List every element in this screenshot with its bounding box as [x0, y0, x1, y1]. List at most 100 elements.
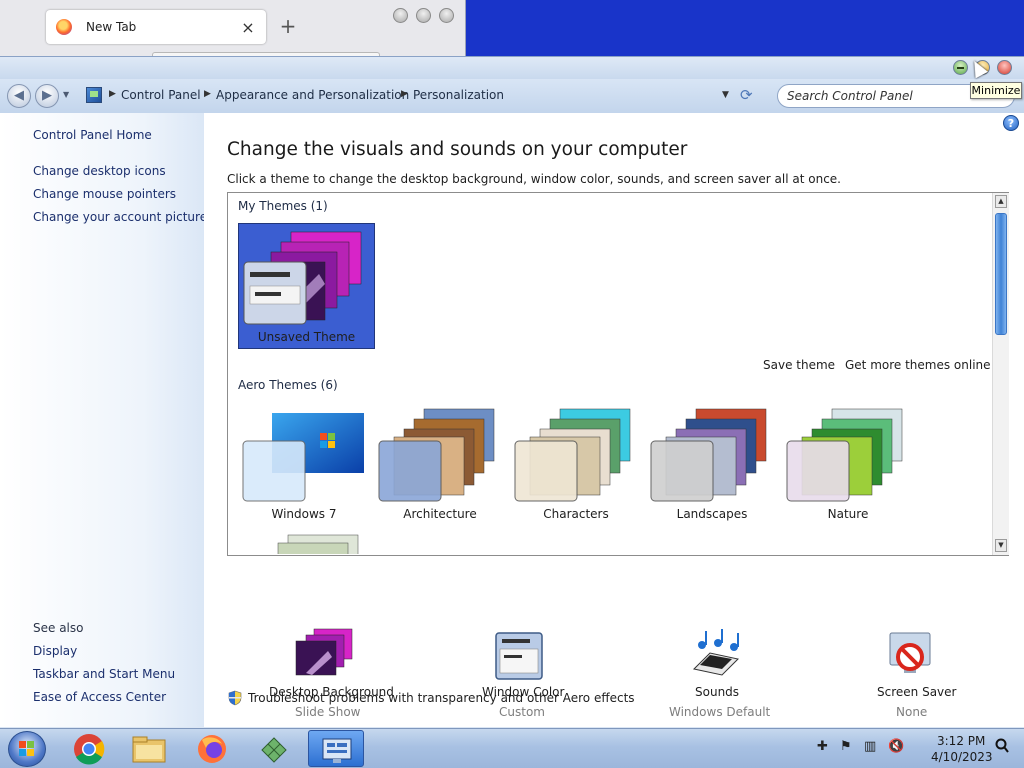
- firefox-window[interactable]: New Tab × +: [0, 0, 466, 60]
- control-panel-window: Minimize ◀ ▶ ▼ ▶ Control Panel ▶ Appeara…: [0, 56, 1024, 728]
- tab-close-icon[interactable]: ×: [240, 18, 256, 37]
- recent-pages-dropdown-icon[interactable]: ▼: [63, 90, 69, 99]
- theme-landscapes[interactable]: Landscapes: [650, 407, 774, 523]
- search-icon[interactable]: [995, 738, 1009, 754]
- page-title: Change the visuals and sounds on your co…: [227, 139, 688, 160]
- nature-label: Nature: [827, 507, 869, 521]
- breadcrumb-personalization[interactable]: Personalization: [413, 88, 504, 102]
- scroll-thumb[interactable]: [995, 213, 1007, 335]
- page-subtitle: Click a theme to change the desktop back…: [227, 172, 841, 186]
- characters-label: Characters: [543, 507, 609, 521]
- clock-time[interactable]: 3:12 PM: [937, 734, 985, 748]
- screen-saver-setting[interactable]: Screen Saver None: [872, 627, 956, 723]
- windows-7-label: Windows 7: [271, 507, 337, 521]
- volume-muted-icon[interactable]: 🔇: [888, 739, 904, 754]
- taskbar: ✚ ⚑ ▥ 🔇 3:12 PM 4/10/2023: [0, 728, 1024, 768]
- architecture-thumbnail: [378, 408, 495, 502]
- landscapes-thumbnail: [650, 408, 767, 502]
- minimize-button[interactable]: [953, 60, 968, 75]
- breadcrumb-separator-icon[interactable]: ▶: [204, 89, 211, 99]
- unsaved-theme-label: Unsaved Theme: [257, 330, 356, 344]
- change-account-picture-link[interactable]: Change your account picture: [33, 210, 207, 224]
- action-center-icon[interactable]: ⚑: [840, 739, 852, 754]
- my-themes-heading: My Themes (1): [238, 199, 328, 213]
- help-icon[interactable]: ?: [1003, 115, 1019, 131]
- address-dropdown-icon[interactable]: ▼: [722, 90, 729, 100]
- display-link[interactable]: Display: [33, 644, 77, 658]
- change-mouse-pointers-link[interactable]: Change mouse pointers: [33, 187, 176, 201]
- partial-theme-thumbnail: [277, 534, 359, 554]
- theme-windows-7[interactable]: Windows 7: [242, 411, 366, 523]
- scroll-down-button[interactable]: ▼: [995, 539, 1007, 552]
- firefox-minimize-button[interactable]: [393, 8, 408, 23]
- navigation-bar: ◀ ▶ ▼ ▶ Control Panel ▶ Appearance and P…: [0, 79, 1024, 113]
- sounds-setting[interactable]: Sounds Windows Default: [664, 627, 770, 723]
- sounds-icon: [692, 629, 740, 676]
- windows-7-thumbnail: [242, 413, 364, 502]
- screen-saver-icon: [889, 632, 931, 673]
- breadcrumb-separator-icon[interactable]: ▶: [109, 89, 116, 99]
- back-arrow-icon: ◀: [14, 88, 24, 103]
- minimize-tooltip: Minimize: [970, 82, 1022, 99]
- unsaved-theme-tile[interactable]: Unsaved Theme: [238, 223, 375, 349]
- change-desktop-icons-link[interactable]: Change desktop icons: [33, 164, 166, 178]
- control-panel-icon: [86, 87, 102, 103]
- breadcrumb-separator-icon[interactable]: ▶: [401, 89, 408, 99]
- breadcrumb-control-panel[interactable]: Control Panel: [121, 88, 201, 102]
- main-content: ? Change the visuals and sounds on your …: [204, 113, 1024, 727]
- close-button[interactable]: [997, 60, 1012, 75]
- sidebar: Control Panel Home Change desktop icons …: [0, 113, 207, 727]
- browser-tab[interactable]: New Tab ×: [46, 10, 266, 44]
- characters-thumbnail: [514, 408, 631, 502]
- desktop-background-icon: [295, 628, 353, 676]
- network-icon[interactable]: ▥: [864, 739, 876, 754]
- taskbar-start-menu-link[interactable]: Taskbar and Start Menu: [33, 667, 175, 681]
- see-also-heading: See also: [33, 621, 84, 635]
- title-bar[interactable]: [0, 57, 1024, 79]
- start-button[interactable]: [8, 731, 46, 767]
- chrome-taskbar-button[interactable]: [62, 730, 118, 767]
- control-panel-home-link[interactable]: Control Panel Home: [33, 128, 152, 142]
- theme-nature[interactable]: Nature: [786, 407, 910, 523]
- theme-architecture[interactable]: Architecture: [378, 407, 502, 523]
- control-panel-taskbar-icon: [322, 738, 352, 763]
- firefox-icon: [198, 735, 226, 763]
- landscapes-label: Landscapes: [676, 507, 748, 521]
- firefox-close-button[interactable]: [439, 8, 454, 23]
- window-color-setting[interactable]: Window Color Custom: [478, 627, 564, 723]
- theme-list-scrollbar[interactable]: ▲ ▼: [992, 193, 1009, 555]
- refresh-icon[interactable]: ⟳: [740, 86, 753, 104]
- screen-saver-label: Screen Saver: [877, 685, 957, 699]
- get-more-themes-link[interactable]: Get more themes online: [845, 358, 991, 372]
- theme-partial[interactable]: [274, 533, 364, 554]
- forward-arrow-icon: ▶: [42, 88, 52, 103]
- show-hidden-icons-icon[interactable]: ✚: [817, 739, 828, 754]
- back-button[interactable]: ◀: [7, 84, 31, 108]
- control-panel-taskbar-button[interactable]: [308, 730, 364, 767]
- nature-thumbnail: [786, 408, 903, 502]
- firefox-taskbar-button[interactable]: [184, 730, 240, 767]
- firefox-icon: [56, 19, 72, 35]
- ease-of-access-link[interactable]: Ease of Access Center: [33, 690, 166, 704]
- network-app-taskbar-button[interactable]: [246, 730, 302, 767]
- theme-characters[interactable]: Characters: [514, 407, 638, 523]
- uac-shield-icon: [228, 690, 242, 706]
- save-theme-link[interactable]: Save theme: [763, 358, 835, 372]
- window-color-value: Custom: [499, 705, 545, 719]
- scroll-up-button[interactable]: ▲: [995, 195, 1007, 208]
- screen-saver-value: None: [896, 705, 928, 719]
- theme-list[interactable]: My Themes (1) Unsaved Theme Save theme G: [227, 192, 1009, 556]
- new-tab-button[interactable]: +: [278, 14, 298, 38]
- clock-date[interactable]: 4/10/2023: [931, 750, 993, 764]
- desktop-background-setting[interactable]: Desktop Background Slide Show: [264, 627, 394, 723]
- file-explorer-taskbar-button[interactable]: [122, 730, 178, 767]
- tab-title: New Tab: [86, 20, 137, 34]
- architecture-label: Architecture: [403, 507, 477, 521]
- windows-logo-icon: [19, 741, 34, 756]
- network-cube-icon: [261, 737, 287, 763]
- troubleshoot-link[interactable]: Troubleshoot problems with transparency …: [248, 691, 635, 705]
- breadcrumb-appearance[interactable]: Appearance and Personalization: [216, 88, 409, 102]
- forward-button[interactable]: ▶: [35, 84, 59, 108]
- chrome-icon: [74, 734, 105, 765]
- firefox-maximize-button[interactable]: [416, 8, 431, 23]
